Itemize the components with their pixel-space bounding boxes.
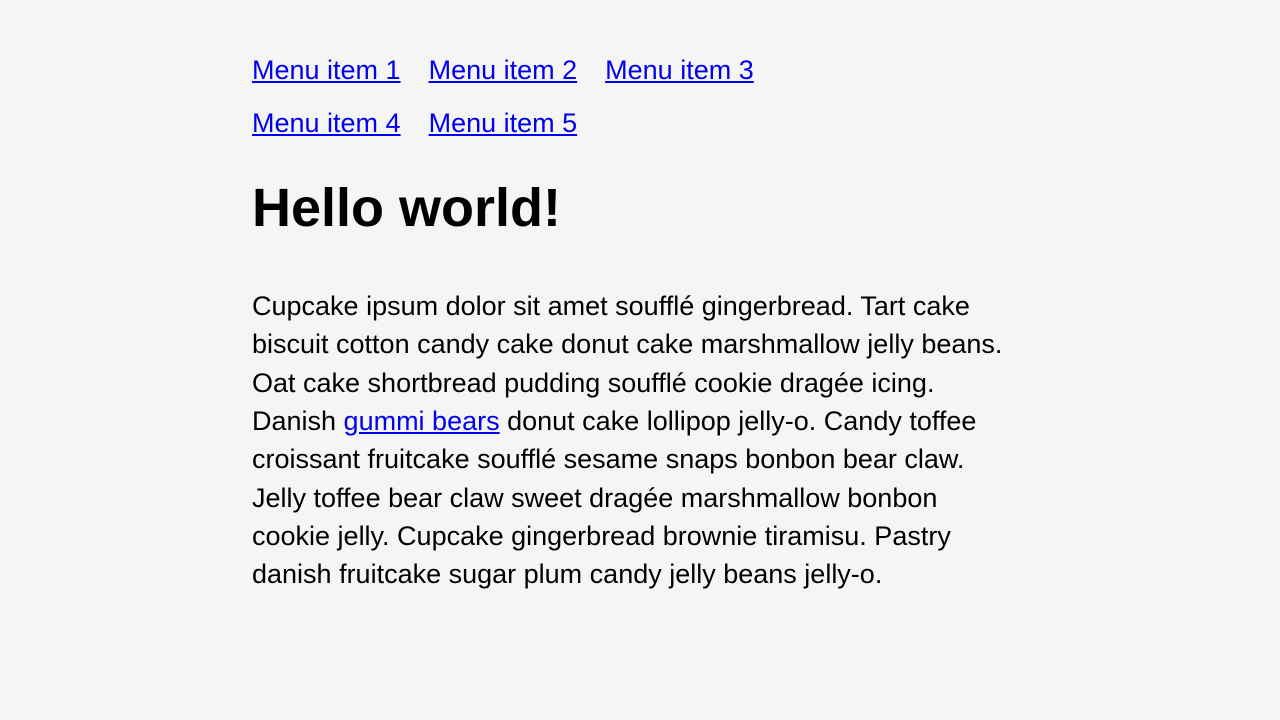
main-nav: Menu item 1 Menu item 2 Menu item 3 Menu… — [252, 55, 1012, 139]
inline-link-gummi-bears[interactable]: gummi bears — [344, 406, 500, 436]
menu-item-1[interactable]: Menu item 1 — [252, 55, 401, 86]
body-paragraph: Cupcake ipsum dolor sit amet soufflé gin… — [252, 287, 1012, 594]
page-heading: Hello world! — [252, 177, 1012, 239]
menu-item-4[interactable]: Menu item 4 — [252, 108, 401, 139]
menu-row-1: Menu item 1 Menu item 2 Menu item 3 — [252, 55, 1012, 86]
menu-item-5[interactable]: Menu item 5 — [429, 108, 578, 139]
menu-item-2[interactable]: Menu item 2 — [429, 55, 578, 86]
menu-item-3[interactable]: Menu item 3 — [605, 55, 754, 86]
menu-row-2: Menu item 4 Menu item 5 — [252, 108, 1012, 139]
page-container: Menu item 1 Menu item 2 Menu item 3 Menu… — [252, 55, 1012, 594]
